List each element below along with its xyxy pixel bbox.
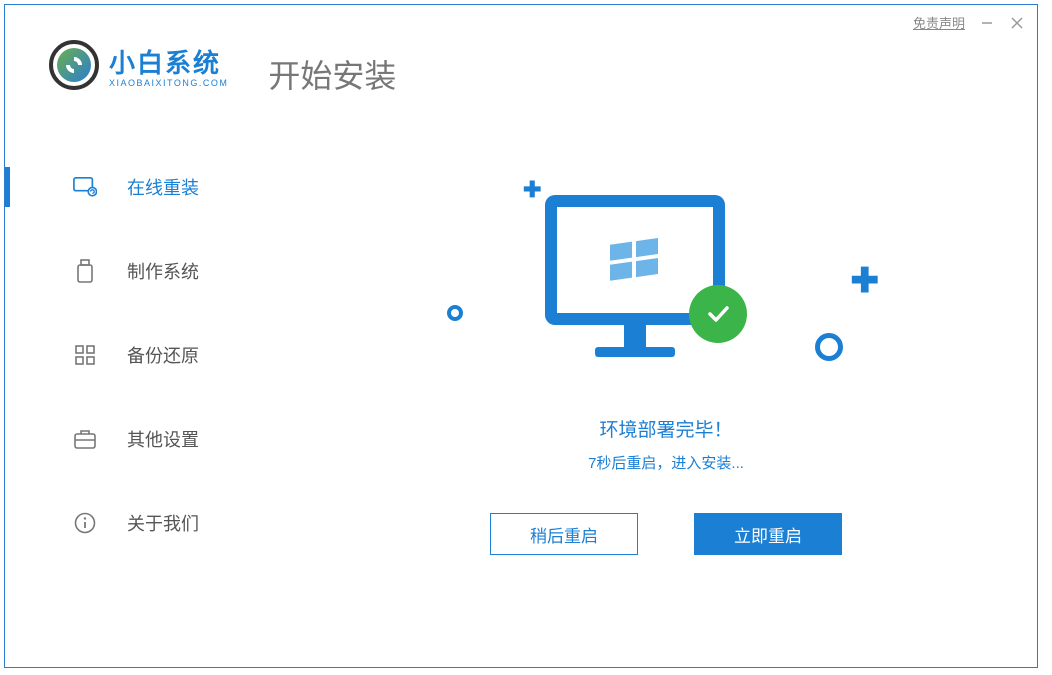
monitor-reinstall-icon <box>73 175 97 199</box>
sidebar-item-create-system[interactable]: 制作系统 <box>5 229 255 313</box>
restart-now-button[interactable]: 立即重启 <box>694 513 842 555</box>
minimize-icon <box>981 17 993 29</box>
plus-icon: ✚ <box>851 261 880 301</box>
sidebar-item-about-us[interactable]: 关于我们 <box>5 481 255 565</box>
sidebar-item-label: 其他设置 <box>127 426 199 452</box>
status-subtitle: 7秒后重启，进入安装... <box>335 452 997 473</box>
sidebar: 在线重装 制作系统 备份还原 其他设置 关于我们 <box>5 145 255 565</box>
restart-later-button[interactable]: 稍后重启 <box>490 513 638 555</box>
sidebar-item-label: 备份还原 <box>127 342 199 368</box>
briefcase-icon <box>73 427 97 451</box>
status-title: 环境部署完毕！ <box>335 415 997 442</box>
sidebar-item-backup-restore[interactable]: 备份还原 <box>5 313 255 397</box>
info-icon <box>73 511 97 535</box>
disclaimer-link[interactable]: 免责声明 <box>913 13 965 32</box>
main-content: ✚ ✚ <box>335 135 997 627</box>
status-block: 环境部署完毕！ 7秒后重启，进入安装... <box>335 415 997 473</box>
page-title: 开始安装 <box>268 51 396 97</box>
button-row: 稍后重启 立即重启 <box>335 513 997 555</box>
usb-icon <box>73 259 97 283</box>
minimize-button[interactable] <box>979 15 995 31</box>
sidebar-item-label: 在线重装 <box>127 174 199 200</box>
logo-title: 小白系统 <box>109 43 228 80</box>
titlebar: 免责声明 <box>913 13 1025 32</box>
illustration: ✚ ✚ <box>335 135 997 395</box>
logo: 小白系统 XIAOBAIXITONG.COM <box>49 40 228 90</box>
sidebar-item-online-reinstall[interactable]: 在线重装 <box>5 145 255 229</box>
logo-icon <box>49 40 99 90</box>
circle-icon <box>815 333 843 361</box>
success-check-icon <box>689 285 747 343</box>
logo-subtitle: XIAOBAIXITONG.COM <box>109 78 228 88</box>
sidebar-item-other-settings[interactable]: 其他设置 <box>5 397 255 481</box>
plus-icon: ✚ <box>523 177 541 203</box>
circle-icon <box>447 305 463 321</box>
logo-text: 小白系统 XIAOBAIXITONG.COM <box>109 43 228 88</box>
sidebar-item-label: 关于我们 <box>127 510 199 536</box>
close-button[interactable] <box>1009 15 1025 31</box>
close-icon <box>1011 17 1023 29</box>
app-window: 免责声明 小白系统 XIAOBAIXITONG.COM 开始安装 <box>4 4 1038 668</box>
grid-icon <box>73 343 97 367</box>
sidebar-item-label: 制作系统 <box>127 258 199 284</box>
windows-logo-icon <box>608 237 662 283</box>
header: 小白系统 XIAOBAIXITONG.COM 开始安装 <box>5 5 1037 97</box>
